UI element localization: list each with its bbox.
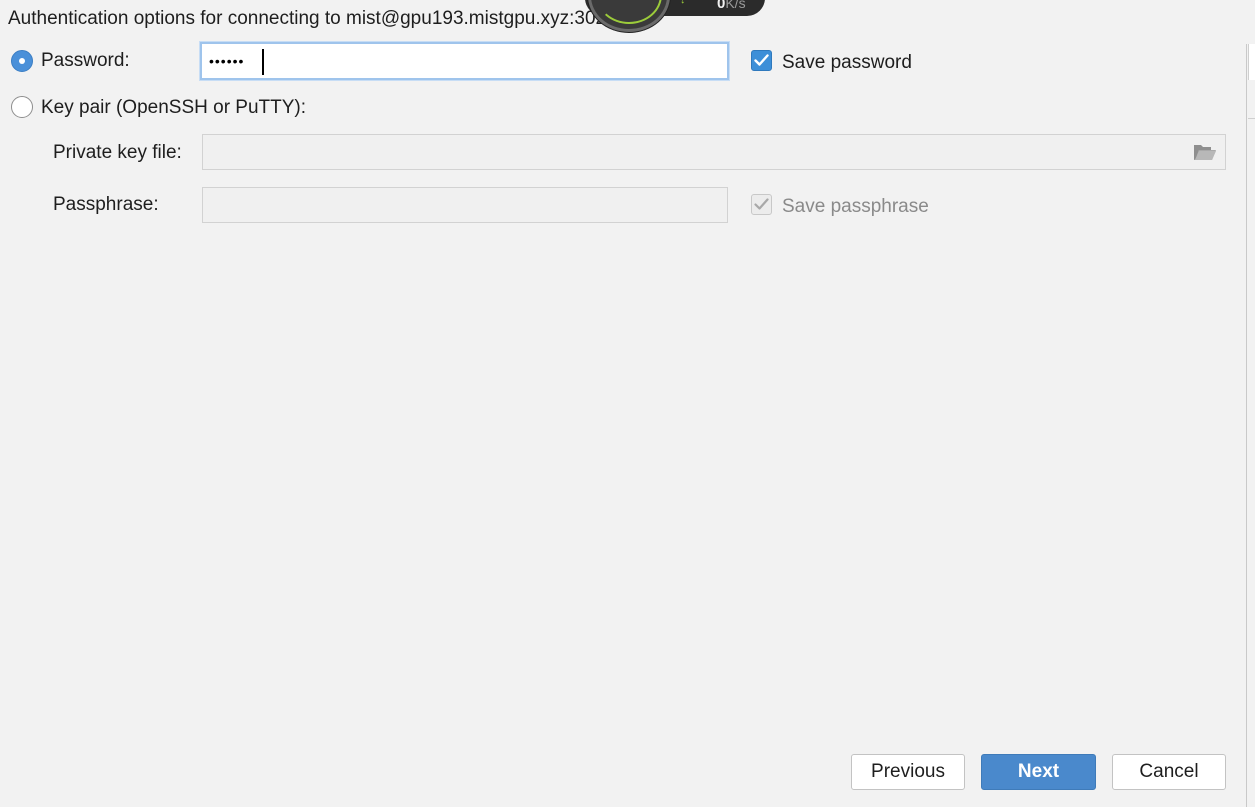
checkmark-icon bbox=[754, 198, 769, 210]
next-button[interactable]: Next bbox=[981, 754, 1096, 790]
window-edge-divider bbox=[1246, 44, 1247, 807]
background-window-fragment bbox=[1248, 44, 1255, 80]
password-radio-label[interactable]: Password: bbox=[41, 51, 130, 70]
passphrase-input[interactable] bbox=[202, 187, 728, 223]
net-speed-unit: K/s bbox=[725, 0, 746, 11]
previous-button[interactable]: Previous bbox=[851, 754, 965, 790]
save-password-checkbox[interactable] bbox=[751, 50, 772, 71]
keypair-radio[interactable] bbox=[11, 96, 33, 118]
save-password-label[interactable]: Save password bbox=[782, 53, 912, 72]
password-input[interactable]: •••••• bbox=[200, 42, 729, 80]
passphrase-label: Passphrase: bbox=[53, 194, 159, 215]
private-key-label: Private key file: bbox=[53, 142, 182, 163]
cancel-button[interactable]: Cancel bbox=[1112, 754, 1226, 790]
text-caret bbox=[262, 49, 264, 75]
keypair-radio-label[interactable]: Key pair (OpenSSH or PuTTY): bbox=[41, 98, 306, 117]
password-radio[interactable] bbox=[11, 50, 33, 72]
password-masked-value: •••••• bbox=[209, 53, 245, 69]
dialog-heading: Authentication options for connecting to… bbox=[8, 8, 628, 29]
save-passphrase-checkbox[interactable] bbox=[751, 194, 772, 215]
net-speed-readout: 0K/s bbox=[717, 0, 746, 11]
background-window-divider bbox=[1248, 118, 1255, 119]
download-arrow-icon: ↓ bbox=[680, 0, 686, 6]
checkmark-icon bbox=[754, 54, 769, 66]
private-key-input[interactable] bbox=[202, 134, 1226, 170]
folder-open-icon[interactable] bbox=[1193, 143, 1217, 162]
save-passphrase-label[interactable]: Save passphrase bbox=[782, 197, 929, 216]
